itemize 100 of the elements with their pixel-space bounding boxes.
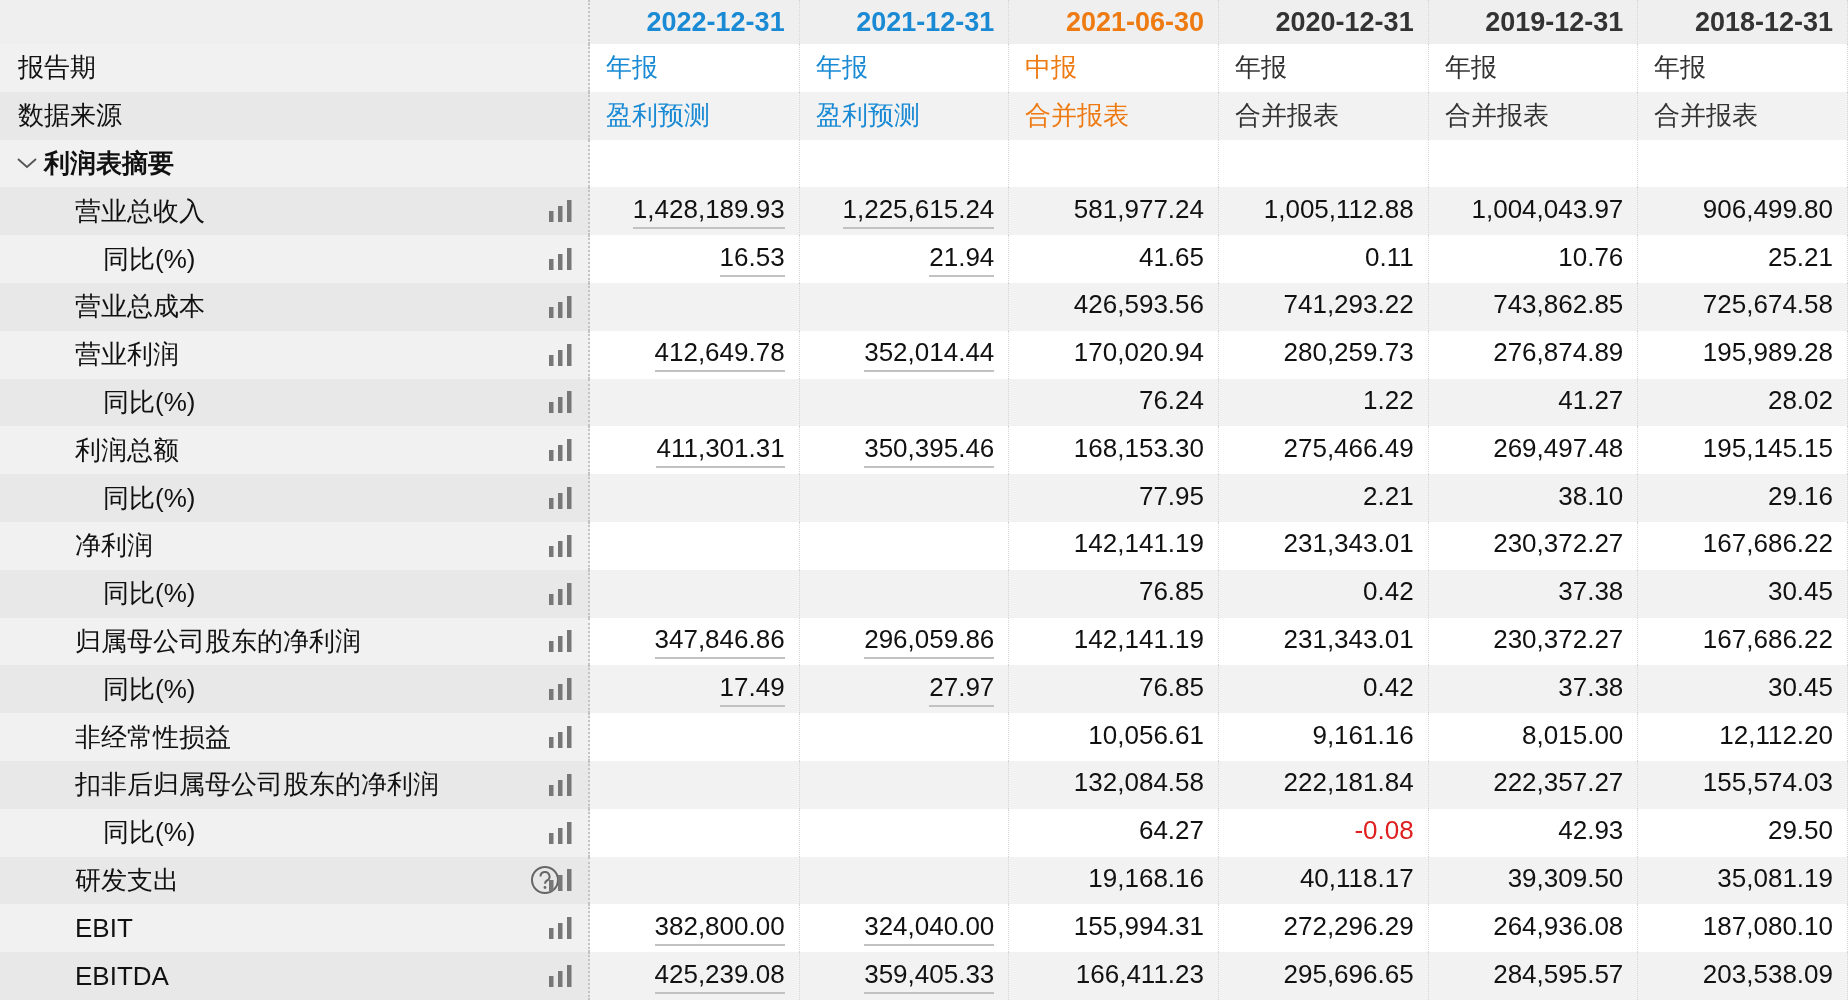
table-cell[interactable]: 27.97 <box>929 671 995 707</box>
table-cell[interactable]: 21.94 <box>929 241 995 277</box>
table-cell[interactable]: 296,059.86 <box>864 623 995 659</box>
table-cell-text: 906,499.80 <box>1702 193 1833 226</box>
table-cell-text: 167,686.22 <box>1702 623 1833 656</box>
bar-chart-icon[interactable] <box>548 678 574 701</box>
bar-chart-icon[interactable] <box>548 248 574 271</box>
bar-chart-icon[interactable] <box>548 487 574 510</box>
table-cell-text: 合并报表 <box>1235 99 1339 133</box>
table-cell-text: 12,112.20 <box>1719 719 1833 752</box>
table-cell-text: 725,674.58 <box>1702 289 1833 322</box>
table-cell[interactable]: 352,014.44 <box>864 337 995 373</box>
table-cell-text: 155,574.03 <box>1702 767 1833 800</box>
table-cell[interactable]: 347,846.86 <box>654 623 785 659</box>
row-label: 非经常性损益 <box>74 720 231 754</box>
table-cell[interactable]: 17.49 <box>719 671 785 707</box>
table-cell-text: 合并报表 <box>1025 99 1130 133</box>
bar-chart-icon[interactable] <box>548 869 574 892</box>
table-cell-text: 29.50 <box>1767 815 1833 848</box>
table-cell-text: 167,686.22 <box>1702 528 1833 561</box>
table-cell-text: 222,357.27 <box>1493 767 1624 800</box>
table-cell[interactable]: 382,800.00 <box>654 910 785 946</box>
column-header: 2022-12-31 <box>646 6 785 38</box>
table-cell-text: 0.42 <box>1363 671 1414 704</box>
table-cell-text: 盈利预测 <box>815 99 920 133</box>
table-cell-text: 231,343.01 <box>1283 623 1414 656</box>
table-cell-text: 10.76 <box>1558 241 1624 274</box>
table-cell-text: 581,977.24 <box>1073 193 1204 226</box>
table-cell-text: 年报 <box>815 51 868 85</box>
table-cell[interactable]: 350,395.46 <box>864 432 995 468</box>
table-cell-text: 38.10 <box>1558 480 1624 513</box>
table-cell-text: 170,020.94 <box>1073 337 1204 370</box>
table-cell-text: 41.27 <box>1558 384 1624 417</box>
table-cell-text: 42.93 <box>1558 815 1624 848</box>
table-cell-text: 合并报表 <box>1654 99 1759 133</box>
table-cell[interactable]: 425,239.08 <box>654 958 785 994</box>
row-label: EBITDA <box>74 960 169 992</box>
table-cell-text: 2.21 <box>1363 480 1414 513</box>
table-cell[interactable]: 16.53 <box>719 241 785 277</box>
bar-chart-icon[interactable] <box>548 965 574 988</box>
table-cell-text: 1,005,112.88 <box>1263 193 1414 226</box>
table-cell-text: 741,293.22 <box>1283 289 1414 322</box>
row-label: 报告期 <box>17 51 96 85</box>
table-cell[interactable]: 324,040.00 <box>864 910 995 946</box>
bar-chart-icon[interactable] <box>548 582 574 605</box>
table-cell-text: 28.02 <box>1767 384 1833 417</box>
bar-chart-icon[interactable] <box>548 917 574 940</box>
table-cell-text: 203,538.09 <box>1702 958 1833 991</box>
table-cell-text: 284,595.57 <box>1493 958 1624 991</box>
table-cell-text: 年报 <box>606 51 658 85</box>
row-label: 归属母公司股东的净利润 <box>74 624 361 658</box>
table-cell-text: -0.08 <box>1354 815 1414 848</box>
row-label: 同比(%) <box>102 385 196 419</box>
table-cell-text: 29.16 <box>1767 480 1833 513</box>
column-header: 2020-12-31 <box>1275 6 1414 38</box>
table-cell-text: 76.85 <box>1138 671 1204 704</box>
table-cell-text: 264,936.08 <box>1493 910 1624 943</box>
help-icon[interactable] <box>530 865 560 896</box>
table-cell-text: 年报 <box>1654 51 1707 85</box>
table-cell[interactable]: 1,428,189.93 <box>632 193 785 229</box>
table-cell-text: 230,372.27 <box>1493 623 1624 656</box>
bar-chart-icon[interactable] <box>548 726 574 749</box>
table-cell-text: 132,084.58 <box>1073 767 1204 800</box>
table-cell-text: 231,343.01 <box>1283 528 1414 561</box>
chevron-icon[interactable] <box>16 156 38 171</box>
row-label: 同比(%) <box>102 577 196 611</box>
table-cell[interactable]: 359,405.33 <box>864 958 995 994</box>
table-cell-text: 295,696.65 <box>1283 958 1414 991</box>
table-cell-text: 187,080.10 <box>1702 910 1833 943</box>
row-label: 同比(%) <box>102 481 196 515</box>
bar-chart-icon[interactable] <box>548 200 574 223</box>
table-cell[interactable]: 411,301.31 <box>656 432 785 468</box>
table-cell-text: 30.45 <box>1767 671 1833 704</box>
bar-chart-icon[interactable] <box>548 773 574 796</box>
row-label: 同比(%) <box>102 672 196 706</box>
table-cell-text: 37.38 <box>1558 576 1624 609</box>
table-cell-text: 41.65 <box>1138 241 1204 274</box>
table-cell-text: 盈利预测 <box>606 99 710 133</box>
table-cell-text: 19,168.16 <box>1088 862 1204 895</box>
row-label: 研发支出 <box>74 863 179 897</box>
column-header: 2019-12-31 <box>1485 6 1624 38</box>
row-label: 扣非后归属母公司股东的净利润 <box>74 768 439 802</box>
table-cell[interactable]: 1,225,615.24 <box>842 193 995 229</box>
table-cell-text: 合并报表 <box>1444 99 1549 133</box>
bar-chart-icon[interactable] <box>548 439 574 462</box>
bar-chart-icon[interactable] <box>548 343 574 366</box>
table-cell-text: 222,181.84 <box>1283 767 1414 800</box>
table-cell-text: 77.95 <box>1138 480 1204 513</box>
bar-chart-icon[interactable] <box>548 821 574 844</box>
bar-chart-icon[interactable] <box>548 295 574 318</box>
table-cell[interactable]: 412,649.78 <box>654 337 785 373</box>
table-cell-text: 10,056.61 <box>1088 719 1204 752</box>
bar-chart-icon[interactable] <box>548 630 574 653</box>
table-cell-text: 269,497.48 <box>1493 432 1624 465</box>
table-cell-text: 166,411.23 <box>1075 958 1204 991</box>
bar-chart-icon[interactable] <box>548 534 574 557</box>
table-cell-text: 0.11 <box>1364 241 1414 274</box>
bar-chart-icon[interactable] <box>548 391 574 414</box>
table-cell-text: 30.45 <box>1767 576 1833 609</box>
table-cell-text: 1,004,043.97 <box>1471 193 1624 226</box>
